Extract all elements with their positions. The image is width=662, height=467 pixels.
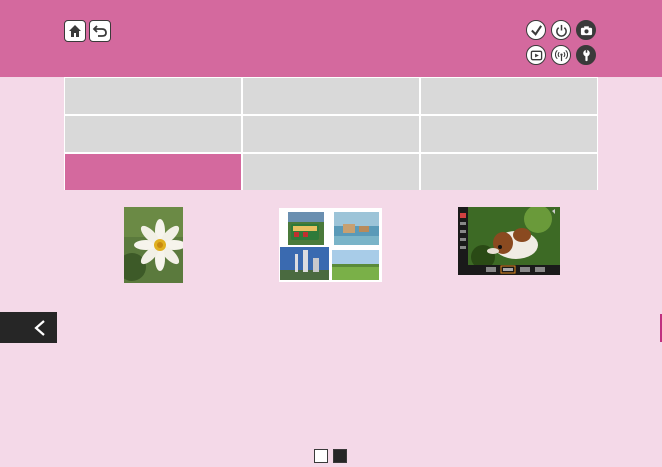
home-icon: [69, 25, 81, 37]
playback-icon: [530, 50, 542, 60]
home-button[interactable]: [64, 20, 86, 42]
mode-power[interactable]: [551, 20, 571, 40]
grid-cell-r3c2[interactable]: [243, 154, 419, 190]
collage-photo: [279, 208, 382, 282]
page-indicator-current: [314, 449, 328, 463]
grid-cell-r3c3[interactable]: [421, 154, 597, 190]
header-bar: [0, 0, 662, 77]
camera-icon: [580, 25, 592, 35]
grid-cell-r2c1[interactable]: [65, 116, 241, 152]
flower-photo: [124, 207, 183, 283]
mode-camera[interactable]: [576, 20, 596, 40]
dog-camera-screen: [458, 207, 560, 275]
wireless-icon: [554, 49, 568, 61]
return-icon: [92, 25, 107, 37]
page-indicator-other: [333, 449, 347, 463]
grid-cell-r1c3[interactable]: [421, 78, 597, 114]
grid-cell-r2c3[interactable]: [421, 116, 597, 152]
previous-page-button[interactable]: [0, 312, 57, 343]
chevron-left-icon: [34, 319, 45, 336]
mode-checkmark[interactable]: [526, 20, 546, 40]
power-icon: [555, 24, 567, 37]
grid-cell-r3c1-selected[interactable]: [65, 154, 241, 190]
mode-wireless[interactable]: [551, 45, 571, 65]
grid-cell-r1c2[interactable]: [243, 78, 419, 114]
wrench-icon: [582, 49, 590, 61]
option-grid: [64, 77, 598, 190]
mode-wrench[interactable]: [576, 45, 596, 65]
grid-cell-r1c1[interactable]: [65, 78, 241, 114]
mode-playback[interactable]: [526, 45, 546, 65]
checkmark-icon: [530, 24, 542, 36]
return-button[interactable]: [89, 20, 111, 42]
grid-cell-r2c2[interactable]: [243, 116, 419, 152]
